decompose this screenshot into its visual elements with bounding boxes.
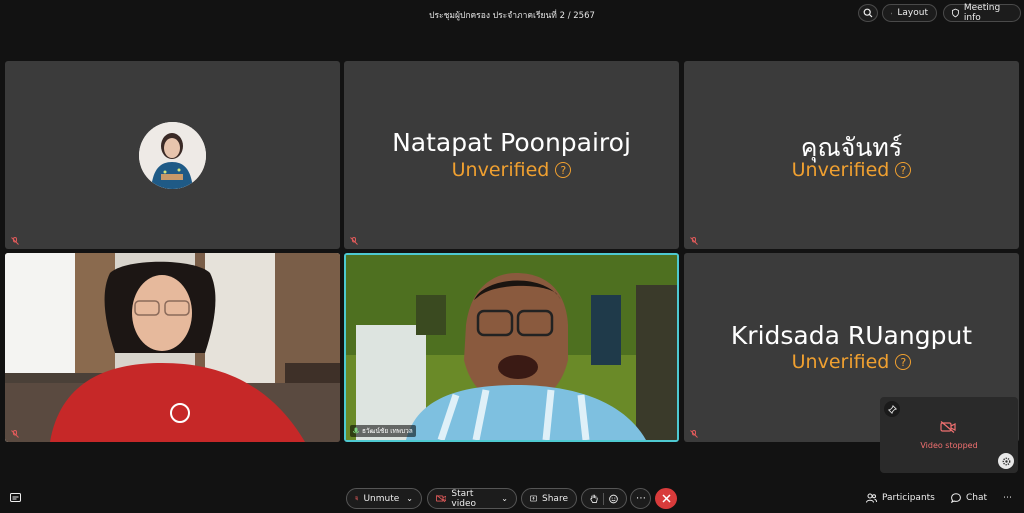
mic-muted-icon (11, 430, 19, 438)
meeting-info-button[interactable]: Meeting info (943, 3, 1021, 23)
chat-button[interactable]: Chat (951, 493, 987, 503)
unverified-status: Unverified ? (684, 351, 1019, 373)
raise-hand-icon[interactable] (590, 493, 598, 504)
chevron-down-icon[interactable]: ⌄ (501, 494, 508, 503)
layout-icon (891, 12, 893, 14)
layout-button[interactable]: Layout (882, 4, 937, 22)
chevron-down-icon[interactable]: ⌄ (406, 494, 413, 503)
status-text: Unverified (451, 159, 550, 181)
participant-tile[interactable]: คุณจันทร์ Unverified ? (684, 61, 1019, 249)
top-bar: ประชุมผู้ปกครอง ประจำภาคเรียนที่ 2 / 256… (0, 0, 1024, 28)
status-text: Unverified (791, 351, 890, 373)
help-icon[interactable]: ? (895, 162, 912, 178)
unmute-label: Unmute (363, 493, 400, 504)
control-bar: Unmute ⌄ Start video ⌄ Share ⋯ Participa… (0, 484, 1024, 513)
video-off-icon (940, 421, 956, 433)
active-speaker-tile[interactable]: ธวัฒน์ชัย เทพบวล (344, 253, 679, 442)
start-video-label: Start video (451, 488, 476, 509)
captions-button[interactable] (10, 493, 21, 502)
zoom-icon (863, 8, 873, 18)
help-icon[interactable]: ? (895, 354, 912, 370)
video-off-icon (436, 494, 447, 503)
mic-muted-icon (355, 496, 359, 501)
avatar (139, 122, 206, 189)
self-view-settings-button[interactable] (998, 453, 1014, 469)
chat-icon (951, 493, 961, 503)
video-feed (5, 253, 340, 442)
mic-muted-icon (350, 237, 358, 245)
participants-label: Participants (882, 493, 935, 503)
more-icon: ⋯ (636, 493, 646, 504)
people-icon (866, 493, 877, 503)
shield-icon (952, 8, 959, 18)
start-video-button[interactable]: Start video ⌄ (427, 488, 517, 509)
close-icon (661, 494, 671, 503)
status-text: Unverified (791, 159, 890, 181)
share-icon (530, 495, 538, 502)
mic-icon (353, 427, 359, 434)
zoom-button[interactable] (858, 4, 878, 22)
participant-name: Natapat Poonpairoj (392, 128, 631, 157)
participant-tile[interactable]: Natapat Poonpairoj Unverified ? (344, 61, 679, 249)
participant-tile[interactable] (5, 61, 340, 249)
gear-icon (1002, 457, 1010, 465)
unverified-status: Unverified ? (344, 159, 679, 181)
pin-icon (887, 404, 897, 414)
mic-muted-icon (690, 237, 698, 245)
pin-button[interactable] (884, 401, 900, 417)
participant-name: Kridsada RUangput (730, 321, 973, 350)
participants-button[interactable]: Participants (866, 493, 935, 503)
divider (603, 492, 604, 505)
share-label: Share (542, 493, 568, 504)
unmute-button[interactable]: Unmute ⌄ (346, 488, 422, 509)
emoji-icon[interactable] (609, 494, 618, 504)
layout-label: Layout (897, 8, 928, 18)
captions-icon (10, 493, 21, 502)
leave-meeting-button[interactable] (655, 488, 677, 509)
help-icon[interactable]: ? (555, 162, 572, 178)
mic-muted-icon (11, 237, 19, 245)
reactions-group (581, 488, 627, 509)
self-view[interactable]: Video stopped (880, 397, 1018, 473)
more-options-button[interactable]: ⋯ (630, 488, 651, 509)
more-menu-button[interactable]: ⋯ (1003, 493, 1012, 503)
participant-video-tile[interactable] (5, 253, 340, 442)
chat-label: Chat (966, 493, 988, 503)
video-stopped-text: Video stopped (920, 441, 978, 450)
meeting-info-label: Meeting info (963, 3, 1001, 23)
video-feed (346, 255, 677, 440)
participant-name: ธวัฒน์ชัย เทพบวล (362, 427, 413, 435)
unverified-status: Unverified ? (684, 159, 1019, 181)
participant-video-label: ธวัฒน์ชัย เทพบวล (350, 425, 416, 437)
ellipsis-icon: ⋯ (1003, 493, 1012, 503)
share-button[interactable]: Share (521, 488, 577, 509)
mic-muted-icon (690, 430, 698, 438)
